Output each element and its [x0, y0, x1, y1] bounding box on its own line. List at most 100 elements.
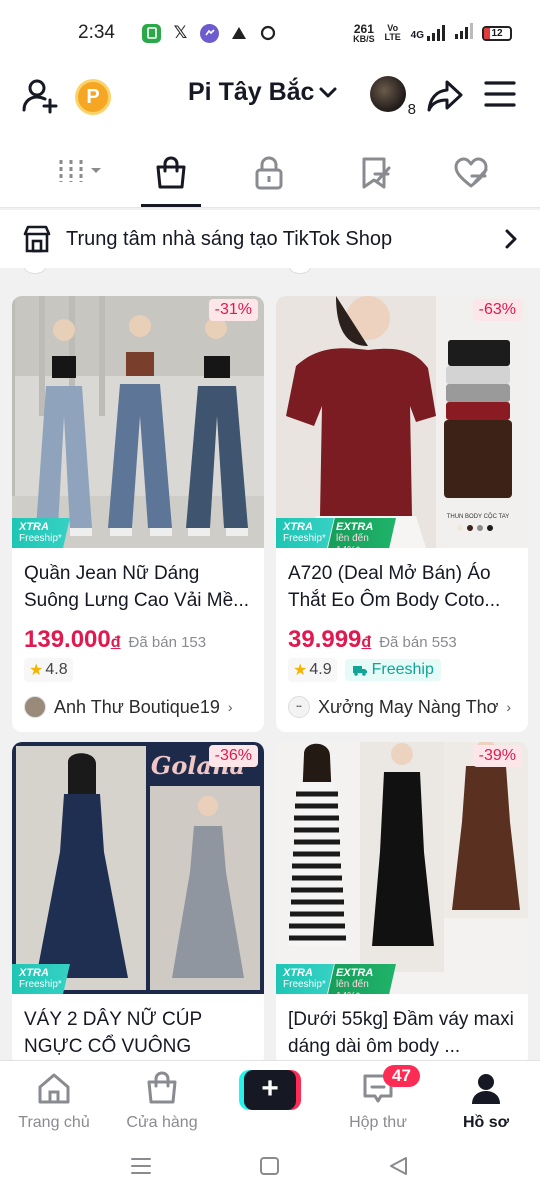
- create-button[interactable]: +: [239, 1070, 301, 1110]
- system-navigation-bar: [0, 1138, 540, 1200]
- tab-private[interactable]: [244, 156, 294, 206]
- battery-icon: 12: [482, 25, 512, 41]
- messenger-app-icon: [200, 23, 219, 43]
- product-card[interactable]: -31% XTRA Freeship* Quần Jean Nữ Dáng Suô…: [12, 296, 264, 732]
- shop-link[interactable]: ••• Xưởng May Nàng Thơ ›: [276, 682, 528, 732]
- shop-link[interactable]: Anh Thư Boutique19 ›: [12, 682, 264, 732]
- home-square-icon: [260, 1157, 279, 1175]
- inbox-count-badge: 47: [383, 1065, 420, 1087]
- add-user-icon: [22, 79, 58, 114]
- home-system-button[interactable]: [259, 1156, 281, 1181]
- sync-app-icon: [258, 24, 277, 43]
- extra-sub: lên đến 14%*: [336, 533, 369, 548]
- xtra-sub: Freeship*: [19, 533, 62, 544]
- xtra-sub: Freeship*: [19, 979, 62, 990]
- nav-home-label: Trang chủ: [18, 1114, 90, 1131]
- product-card[interactable]: -39% XTRAFreeship* EXTRAlên đến 14%* [Dư…: [276, 742, 528, 1060]
- profile-name: Pi Tây Bắc: [188, 78, 315, 106]
- nav-inbox-label: Hộp thư: [349, 1114, 407, 1131]
- recent-apps-button[interactable]: [130, 1156, 152, 1181]
- product-photo-maxi-dresses: [276, 742, 528, 994]
- tab-liked[interactable]: [446, 156, 496, 206]
- chevron-down-icon: [319, 87, 337, 97]
- back-triangle-icon: [390, 1157, 407, 1175]
- signal-4g-icon: 4G: [411, 25, 446, 41]
- freeship-label: Freeship: [371, 661, 434, 678]
- nav-inbox[interactable]: 47 Hộp thư: [333, 1065, 423, 1132]
- shopping-bag-icon: [147, 1071, 177, 1104]
- tab-reposts[interactable]: [350, 156, 400, 206]
- creator-center-banner[interactable]: Trung tâm nhà sáng tạo TikTok Shop: [0, 210, 540, 268]
- active-tab-indicator: [141, 204, 201, 207]
- shop-name: Anh Thư Boutique19: [54, 696, 220, 717]
- extra-label: EXTRA: [336, 967, 374, 979]
- chevron-right-icon: ›: [227, 699, 233, 715]
- nav-shop[interactable]: Cửa hàng: [117, 1071, 207, 1132]
- promo-badges: XTRA Freeship*: [12, 518, 70, 548]
- product-image: -39% XTRAFreeship* EXTRAlên đến 14%*: [276, 742, 528, 994]
- star-icon: ★: [29, 662, 44, 679]
- rating-value: 4.8: [45, 661, 68, 678]
- discount-badge: -31%: [208, 299, 258, 321]
- signal-label: 4G: [410, 30, 424, 41]
- product-card[interactable]: THUN BODY CỘC TAY -63% XTRA Freeship* EXT…: [276, 296, 528, 732]
- tab-videos[interactable]: [52, 156, 106, 206]
- back-button[interactable]: [388, 1156, 410, 1181]
- price-value: 139.000: [24, 626, 111, 653]
- product-image: -31% XTRA Freeship*: [12, 296, 264, 548]
- account-switcher[interactable]: Pi Tây Bắc: [188, 78, 338, 107]
- add-friend-button[interactable]: [20, 76, 60, 116]
- story-avatar[interactable]: 8: [370, 76, 416, 118]
- plus-icon: +: [244, 1070, 296, 1110]
- currency: đ: [110, 634, 121, 651]
- profile-icon: [472, 1074, 500, 1104]
- network-speed: 261 KB/S: [353, 23, 375, 44]
- meta-row: ★ 4.9 Freeship: [276, 654, 528, 682]
- xtra-label: XTRA: [19, 967, 49, 979]
- product-price: 139.000đ: [24, 626, 121, 654]
- nav-profile[interactable]: Hồ sơ: [441, 1071, 531, 1132]
- share-button[interactable]: [426, 78, 464, 119]
- extra-discount-badge: EXTRAlên đến 14%*: [328, 518, 396, 548]
- shop-avatar: •••: [288, 696, 310, 718]
- status-time: 2:34: [78, 22, 115, 43]
- partial-shop-avatar: [24, 268, 46, 274]
- nav-home[interactable]: Trang chủ: [9, 1071, 99, 1132]
- promo-badges: XTRA Freeship*: [12, 964, 70, 994]
- menu-button[interactable]: [484, 80, 516, 113]
- chevron-right-icon: ›: [506, 699, 512, 715]
- shop-avatar: [24, 696, 46, 718]
- shop-name: Xưởng May Nàng Thơ: [318, 696, 499, 717]
- extra-label: EXTRA: [336, 521, 374, 533]
- product-card[interactable]: Golana -36% XTRA Freeship* VÁY 2 DÂY NỮ C…: [12, 742, 264, 1060]
- shopping-bag-icon: [156, 156, 186, 189]
- net-speed-unit: KB/S: [353, 33, 375, 44]
- phone-app-icon: [142, 23, 161, 43]
- system-status: 261 KB/S Vo LTE 4G 12: [353, 22, 512, 44]
- xtra-label: XTRA: [19, 521, 49, 533]
- discount-badge: -39%: [472, 745, 522, 767]
- price-row: 39.999đ Đã bán 553: [276, 620, 528, 654]
- product-title: Quần Jean Nữ Dáng Suông Lưng Cao Vải Mề.…: [24, 563, 250, 611]
- xtra-freeship-badge: XTRA Freeship*: [12, 518, 70, 548]
- chevron-right-icon: [505, 229, 517, 249]
- nav-profile-label: Hồ sơ: [462, 1114, 510, 1131]
- product-image: Golana -36% XTRA Freeship*: [12, 742, 264, 994]
- avatar: [370, 76, 406, 112]
- tab-shop[interactable]: [146, 156, 196, 206]
- x-app-icon: 𝕏: [173, 23, 188, 42]
- product-title: [Dưới 55kg] Đầm váy maxi dáng dài ôm bod…: [288, 1009, 514, 1057]
- image-caption: THUN BODY CỘC TAY: [447, 513, 510, 520]
- delivery-truck-icon: [352, 666, 367, 676]
- recent-apps-icon: [131, 1158, 151, 1174]
- share-icon: [427, 80, 463, 112]
- rating-value: 4.9: [309, 661, 332, 678]
- product-price: 39.999đ: [288, 626, 371, 654]
- product-feed[interactable]: -31% XTRA Freeship* Quần Jean Nữ Dáng Suô…: [0, 268, 540, 1060]
- coin-icon[interactable]: P: [75, 79, 111, 115]
- currency: đ: [361, 634, 372, 651]
- xtra-sub: Freeship*: [283, 979, 326, 990]
- store-icon: [23, 225, 51, 253]
- xtra-freeship-badge: XTRA Freeship*: [12, 964, 70, 994]
- partial-row-previous: [0, 268, 540, 274]
